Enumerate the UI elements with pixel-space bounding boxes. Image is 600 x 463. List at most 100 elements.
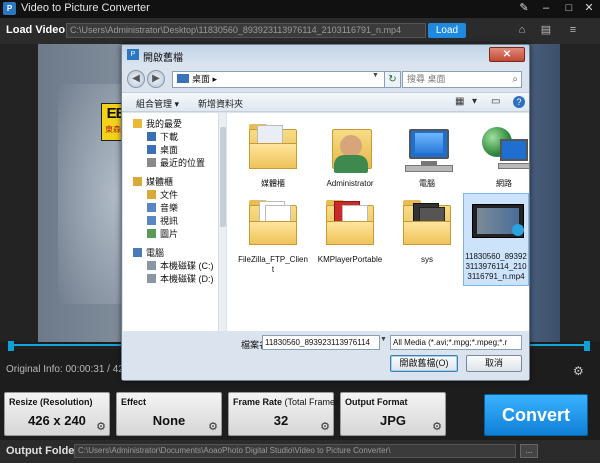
dialog-nav-row: ◀ ▶ 桌面 ▸ ▼ ↻ 搜尋 桌面 ⌕ — [122, 66, 529, 92]
convert-button[interactable]: Convert — [484, 394, 588, 436]
nav-item[interactable]: 文件 — [147, 188, 178, 201]
maximize-button[interactable]: □ — [560, 0, 578, 16]
desktop-folder-icon — [177, 74, 189, 83]
file-item[interactable]: 網路 — [468, 121, 540, 189]
file-item[interactable]: KMPlayerPortable — [314, 197, 386, 265]
file-item[interactable]: sys — [391, 197, 463, 265]
settings-gear-icon[interactable]: ⚙ — [573, 364, 584, 378]
icon-shape — [415, 133, 443, 153]
nav-item-label: 電腦 — [146, 248, 165, 258]
nav-item[interactable]: 視訊 — [147, 214, 178, 227]
file-item[interactable]: 電腦 — [391, 121, 463, 189]
feedback-icon[interactable]: ✎ — [515, 0, 533, 16]
address-dropdown-icon[interactable]: ▼ — [372, 72, 379, 79]
nav-item-label: 視訊 — [160, 216, 179, 226]
file-item-label: FileZilla_FTP_Client — [238, 255, 308, 274]
new-folder-button[interactable]: 新增資料夾 — [198, 97, 243, 110]
search-icon: ⌕ — [512, 74, 518, 85]
file-item-label: Administrator — [326, 179, 374, 188]
effect-settings-icon[interactable]: ⚙ — [208, 420, 218, 433]
icon-shape — [249, 143, 297, 169]
nav-item-icon — [147, 216, 156, 225]
file-item[interactable]: FileZilla_FTP_Client — [237, 197, 309, 275]
frame-rate-settings-icon[interactable]: ⚙ — [320, 420, 330, 433]
filename-input[interactable]: 11830560_893923113976114 — [262, 335, 380, 350]
app-logo-icon: P — [3, 2, 16, 15]
browse-output-button[interactable]: ... — [520, 444, 538, 458]
open-button[interactable]: 開啟舊檔(O) — [390, 355, 458, 372]
address-bar[interactable]: 桌面 ▸ — [172, 71, 398, 88]
forward-button[interactable]: ▶ — [147, 70, 165, 88]
dialog-title: 開啟舊檔 — [143, 53, 183, 64]
effect-value: None — [152, 413, 186, 428]
navigation-scrollbar[interactable] — [218, 113, 226, 331]
nav-item[interactable]: 我的最愛 — [133, 117, 182, 130]
effect-title-text: Effect — [121, 397, 147, 407]
cancel-button[interactable]: 取消 — [466, 355, 522, 372]
file-item-label: KMPlayerPortable — [317, 255, 383, 264]
file-item[interactable]: 媒體櫃 — [237, 121, 309, 189]
dialog-toolbar: 組合管理 ▾ 新增資料夾 ▦ ▾ ▭ ? — [122, 92, 529, 112]
message-icon[interactable]: ▤ — [539, 24, 553, 37]
search-input[interactable]: 搜尋 桌面 ⌕ — [402, 71, 522, 88]
dialog-app-icon: P — [127, 49, 139, 60]
nav-item[interactable]: 本機磁碟 (C:) — [147, 259, 214, 272]
file-item-label: sys — [421, 255, 433, 264]
resize-settings-icon[interactable]: ⚙ — [96, 420, 106, 433]
output-folder-field[interactable]: C:\Users\Administrator\Documents\AoaoPho… — [74, 444, 516, 458]
back-button[interactable]: ◀ — [127, 70, 145, 88]
nav-item[interactable]: 電腦 — [133, 246, 164, 259]
view-options-icon[interactable]: ▦ — [455, 96, 464, 107]
output-format-value: JPG — [379, 413, 406, 428]
icon-shape — [498, 163, 530, 169]
help-icon[interactable]: ? — [513, 96, 525, 108]
filename-dropdown-icon[interactable]: ▼ — [380, 336, 387, 343]
file-item-label: 11830560_893923113976114_2103116791_n.mp… — [465, 252, 527, 281]
effect-card[interactable]: Effect None ⚙ — [116, 392, 222, 436]
dialog-close-button[interactable]: ✕ — [489, 47, 525, 62]
nav-item[interactable]: 本機磁碟 (D:) — [147, 272, 214, 285]
nav-item-label: 我的最愛 — [146, 119, 183, 129]
timeline-end-handle[interactable] — [584, 341, 590, 351]
file-item[interactable]: 11830560_893923113976114_2103116791_n.mp… — [463, 193, 529, 286]
nav-item-label: 文件 — [160, 190, 179, 200]
nav-item[interactable]: 桌面 — [147, 143, 178, 156]
effect-title: Effect — [121, 397, 146, 407]
close-button[interactable]: ✕ — [580, 0, 598, 16]
nav-item[interactable]: 圖片 — [147, 227, 178, 240]
refresh-icon[interactable]: ↻ — [384, 71, 401, 88]
video-path-field[interactable]: C:\Users\Administrator\Desktop\11830560_… — [66, 23, 426, 38]
dialog-bottom: 檔案名稱(N): 11830560_893923113976114 ▼ All … — [122, 332, 529, 380]
nav-item[interactable]: 下載 — [147, 130, 178, 143]
icon-shape — [334, 155, 368, 173]
nav-item-icon — [147, 158, 156, 167]
output-format-card[interactable]: Output Format JPG ⚙ — [340, 392, 446, 436]
preview-pane-icon[interactable]: ▭ — [491, 96, 500, 107]
video-icon — [468, 194, 524, 250]
app-window: P Video to Picture Converter ✎ – □ ✕ Loa… — [0, 0, 600, 463]
file-type-select[interactable]: All Media (*.avi;*.mpg;*.mpeg;*.r — [390, 335, 522, 350]
file-item[interactable]: Administrator — [314, 121, 386, 189]
tag-icon[interactable]: ⌂ — [515, 24, 529, 37]
menu-icon[interactable]: ≡ — [566, 24, 580, 37]
address-text: 桌面 — [192, 74, 211, 84]
icon-shape — [512, 224, 524, 236]
frame-rate-card[interactable]: Frame Rate (Total Frames) 32 ⚙ — [228, 392, 343, 436]
load-button[interactable]: Load — [428, 23, 466, 38]
folder-icon — [245, 197, 301, 253]
timeline-start-handle[interactable] — [8, 341, 14, 351]
nav-item[interactable]: 媒體櫃 — [133, 175, 173, 188]
nav-item-icon — [133, 248, 142, 257]
view-dropdown-icon[interactable]: ▾ — [472, 96, 477, 107]
nav-item-icon — [147, 229, 156, 238]
nav-item[interactable]: 最近的位置 — [147, 156, 205, 169]
organize-button[interactable]: 組合管理 ▾ — [136, 97, 179, 110]
minimize-button[interactable]: – — [537, 0, 555, 16]
scrollbar-thumb[interactable] — [220, 127, 226, 227]
file-item-label: 電腦 — [419, 179, 435, 188]
nav-item[interactable]: 音樂 — [147, 201, 178, 214]
frame-rate-title: Frame Rate (Total Frames) — [233, 397, 343, 407]
resize-card[interactable]: Resize (Resolution) 426 x 240 ⚙ — [4, 392, 110, 436]
load-video-label: Load Video: — [6, 24, 69, 36]
output-format-settings-icon[interactable]: ⚙ — [432, 420, 442, 433]
